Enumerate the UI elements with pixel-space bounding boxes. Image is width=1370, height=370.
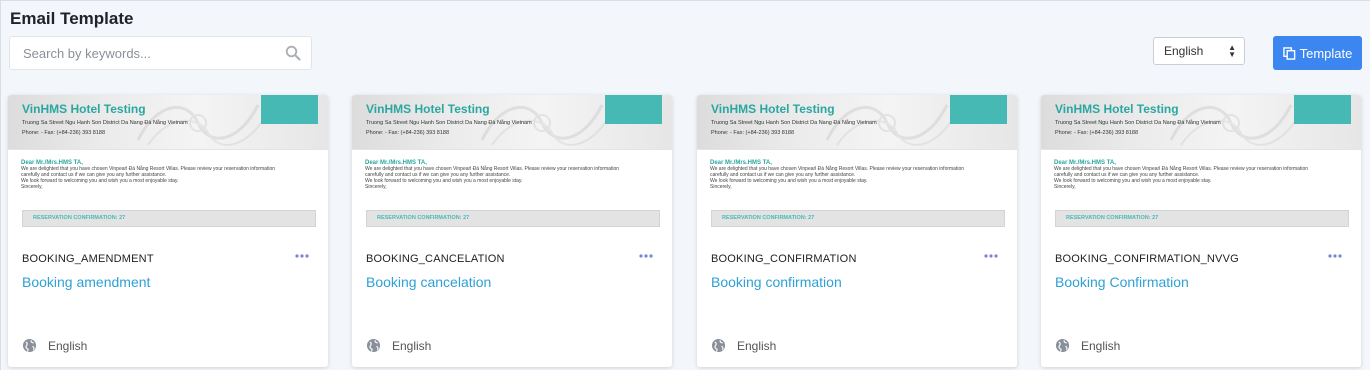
template-name-link[interactable]: Booking cancelation [366,274,491,290]
globe-icon [22,338,37,353]
search-icon[interactable] [285,45,301,61]
template-code: BOOKING_CONFIRMATION_NVVG [1055,253,1239,265]
card-info: BOOKING_CANCELATION Booking cancelation … [352,232,672,367]
template-card[interactable]: VinHMS Hotel Testing Truong Sa Street Ng… [1041,95,1361,367]
card-info: BOOKING_CONFIRMATION_NVVG Booking Confir… [1041,232,1361,367]
preview-line: Sincerely, [21,184,43,190]
template-preview[interactable]: VinHMS Hotel Testing Truong Sa Street Ng… [8,95,328,232]
page-title: Email Template [10,9,134,28]
template-card[interactable]: VinHMS Hotel Testing Truong Sa Street Ng… [352,95,672,367]
template-language-label: English [737,338,777,353]
preview-body: Dear Mr./Mrs.HMS TA, We are delighted th… [697,150,1017,232]
template-name-link[interactable]: Booking Confirmation [1055,274,1189,290]
preview-line: Sincerely, [1054,184,1076,190]
template-language-label: English [48,338,88,353]
template-preview[interactable]: VinHMS Hotel Testing Truong Sa Street Ng… [352,95,672,232]
template-code: BOOKING_AMENDMENT [22,253,154,265]
template-language: English [1055,338,1120,353]
preview-line: Sincerely, [365,184,387,190]
preview-body: Dear Mr./Mrs.HMS TA, We are delighted th… [1041,150,1361,232]
globe-icon [1055,338,1070,353]
preview-body: Dear Mr./Mrs.HMS TA, We are delighted th… [352,150,672,232]
more-options-icon[interactable] [295,254,309,258]
preview-line: Sincerely, [710,184,732,190]
preview-header: VinHMS Hotel Testing Truong Sa Street Ng… [8,95,328,150]
search-box[interactable] [9,36,312,70]
preview-body: Dear Mr./Mrs.HMS TA, We are delighted th… [8,150,328,232]
template-language-label: English [392,338,432,353]
more-options-icon[interactable] [1328,254,1342,258]
template-language: English [711,338,776,353]
template-card[interactable]: VinHMS Hotel Testing Truong Sa Street Ng… [697,95,1017,367]
globe-icon [366,338,381,353]
preview-logo-block [950,95,1007,124]
preview-hotel-phone: Phone: - Fax: (+84-236) 393 8188 [22,130,106,136]
more-options-icon[interactable] [984,254,998,258]
add-template-button[interactable]: Template [1273,36,1362,70]
preview-logo-block [261,95,318,124]
template-preview[interactable]: VinHMS Hotel Testing Truong Sa Street Ng… [697,95,1017,232]
language-select[interactable]: English ▲ ▼ [1153,37,1245,65]
template-code: BOOKING_CONFIRMATION [711,253,857,265]
template-preview[interactable]: VinHMS Hotel Testing Truong Sa Street Ng… [1041,95,1361,232]
card-info: BOOKING_CONFIRMATION Booking confirmatio… [697,232,1017,367]
language-select-value: English [1164,44,1204,58]
preview-header: VinHMS Hotel Testing Truong Sa Street Ng… [1041,95,1361,150]
template-language: English [366,338,431,353]
template-language-label: English [1081,338,1121,353]
preview-logo-block [605,95,662,124]
template-name-link[interactable]: Booking confirmation [711,274,842,290]
preview-header: VinHMS Hotel Testing Truong Sa Street Ng… [352,95,672,150]
preview-reservation-bar: RESERVATION CONFIRMATION: 27 [711,210,1005,227]
preview-hotel-phone: Phone: - Fax: (+84-236) 393 8188 [366,130,450,136]
template-language: English [22,338,87,353]
preview-logo-block [1294,95,1351,124]
preview-reservation-bar: RESERVATION CONFIRMATION: 27 [22,210,316,227]
preview-hotel-phone: Phone: - Fax: (+84-236) 393 8188 [1055,130,1139,136]
preview-header: VinHMS Hotel Testing Truong Sa Street Ng… [697,95,1017,150]
card-info: BOOKING_AMENDMENT Booking amendment Engl… [8,232,328,367]
template-button-label: Template [1299,45,1353,61]
search-input[interactable] [10,37,270,69]
template-code: BOOKING_CANCELATION [366,253,505,265]
select-caret-icon: ▲ ▼ [1228,43,1236,59]
globe-icon [711,338,726,353]
copy-icon [1282,46,1295,60]
template-card[interactable]: VinHMS Hotel Testing Truong Sa Street Ng… [8,95,328,367]
preview-reservation-bar: RESERVATION CONFIRMATION: 27 [1055,210,1349,227]
preview-hotel-phone: Phone: - Fax: (+84-236) 393 8188 [711,130,795,136]
preview-reservation-bar: RESERVATION CONFIRMATION: 27 [366,210,660,227]
more-options-icon[interactable] [639,254,653,258]
template-name-link[interactable]: Booking amendment [22,274,150,290]
